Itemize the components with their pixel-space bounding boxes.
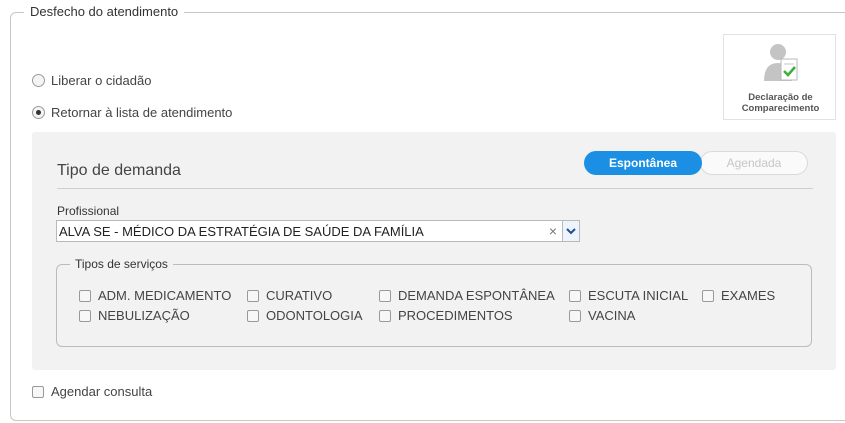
chevron-down-icon[interactable] bbox=[562, 221, 579, 241]
service-checkbox-procedimentos[interactable]: PROCEDIMENTOS bbox=[379, 308, 513, 323]
agendar-consulta-checkbox[interactable]: Agendar consulta bbox=[32, 384, 152, 399]
service-label: PROCEDIMENTOS bbox=[398, 308, 513, 323]
toggle-agendada-button[interactable]: Agendada bbox=[700, 151, 808, 175]
checkbox[interactable] bbox=[379, 309, 391, 322]
desfecho-legend: Desfecho do atendimento bbox=[24, 4, 185, 19]
checkbox[interactable] bbox=[702, 289, 714, 302]
checkbox[interactable] bbox=[379, 289, 391, 302]
service-label: VACINA bbox=[588, 308, 636, 323]
tipo-demanda-title: Tipo de demanda bbox=[57, 162, 181, 179]
service-label: EXAMES bbox=[721, 288, 776, 303]
clear-icon[interactable]: × bbox=[544, 223, 562, 239]
declaracao-label: Declaração de Comparecimento bbox=[741, 92, 820, 114]
service-checkbox-odontologia[interactable]: ODONTOLOGIA bbox=[247, 308, 363, 323]
service-checkbox-vacina[interactable]: VACINA bbox=[569, 308, 635, 323]
service-label: DEMANDA ESPONTÂNEA bbox=[398, 288, 555, 303]
service-checkbox-curativo[interactable]: CURATIVO bbox=[247, 288, 332, 303]
service-label: ESCUTA INICIAL bbox=[588, 288, 689, 303]
profissional-select[interactable]: ALVA SE - MÉDICO DA ESTRATÉGIA DE SAÚDE … bbox=[56, 220, 580, 242]
service-checkbox-adm-medicamento[interactable]: ADM. MEDICAMENTO bbox=[79, 288, 231, 303]
checkbox[interactable] bbox=[79, 309, 91, 322]
service-label: ADM. MEDICAMENTO bbox=[98, 288, 232, 303]
radio-label: Liberar o cidadão bbox=[51, 73, 152, 88]
declaracao-comparecimento-button[interactable]: Declaração de Comparecimento bbox=[723, 34, 836, 120]
service-checkbox-escuta-inicial[interactable]: ESCUTA INICIAL bbox=[569, 288, 688, 303]
radio-retornar-lista[interactable]: Retornar à lista de atendimento bbox=[32, 105, 232, 120]
demanda-toggle: Espontânea Agendada bbox=[584, 151, 808, 175]
radio-button[interactable] bbox=[32, 74, 45, 87]
divider bbox=[57, 188, 813, 189]
tipos-servicos-legend: Tipos de serviços bbox=[70, 257, 173, 271]
user-document-check-icon bbox=[764, 44, 798, 81]
checkbox[interactable] bbox=[79, 289, 91, 302]
service-checkbox-exames[interactable]: EXAMES bbox=[702, 288, 775, 303]
service-label: CURATIVO bbox=[266, 288, 333, 303]
checkbox[interactable] bbox=[32, 385, 44, 398]
checkbox[interactable] bbox=[569, 309, 581, 322]
checkbox[interactable] bbox=[247, 289, 259, 302]
profissional-label: Profissional bbox=[57, 204, 120, 218]
checkbox[interactable] bbox=[569, 289, 581, 302]
demanda-panel: Tipo de demanda Espontânea Agendada Prof… bbox=[32, 132, 836, 370]
service-label: NEBULIZAÇÃO bbox=[98, 308, 190, 323]
radio-button-checked[interactable] bbox=[32, 106, 45, 119]
radio-liberar-cidadao[interactable]: Liberar o cidadão bbox=[32, 73, 151, 88]
service-label: ODONTOLOGIA bbox=[266, 308, 363, 323]
profissional-value[interactable]: ALVA SE - MÉDICO DA ESTRATÉGIA DE SAÚDE … bbox=[57, 224, 544, 239]
tipos-servicos-fieldset bbox=[56, 264, 812, 347]
checkbox[interactable] bbox=[247, 309, 259, 322]
radio-label: Retornar à lista de atendimento bbox=[51, 105, 233, 120]
toggle-espontanea-button[interactable]: Espontânea bbox=[584, 151, 702, 175]
service-checkbox-nebulizacao[interactable]: NEBULIZAÇÃO bbox=[79, 308, 190, 323]
agendar-consulta-label: Agendar consulta bbox=[51, 384, 153, 399]
service-checkbox-demanda-espontanea[interactable]: DEMANDA ESPONTÂNEA bbox=[379, 288, 555, 303]
